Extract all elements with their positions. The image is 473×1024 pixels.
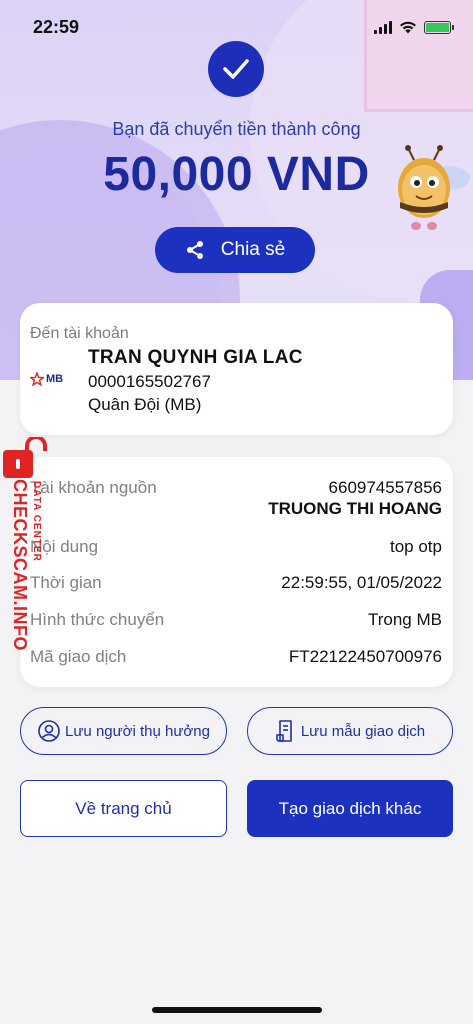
save-template-button[interactable]: Lưu mẫu giao dịch <box>247 707 453 755</box>
status-icons <box>374 20 454 34</box>
method-row: Hình thức chuyển Trong MB <box>30 610 442 630</box>
recipient-name: TRAN QUYNH GIA LAC <box>88 347 303 368</box>
recipient-bank-name: Quân Đội (MB) <box>88 395 202 414</box>
method-label: Hình thức chuyển <box>30 610 165 629</box>
method-value: Trong MB <box>367 610 442 629</box>
destination-card: Đến tài khoản MB TRAN QUYNH GIA LAC 0000… <box>20 303 453 435</box>
wifi-icon <box>400 21 416 34</box>
share-label: Chia sẻ <box>220 239 286 260</box>
bee-mascot-icon <box>398 145 470 230</box>
watermark-sub-text: DATA CENTER <box>31 481 42 562</box>
transaction-id-value: FT22122450700976 <box>288 647 442 666</box>
success-message: Bạn đã chuyển tiền thành công <box>112 119 361 139</box>
transaction-id-row: Mã giao dịch FT22122450700976 <box>30 647 442 667</box>
user-circle-icon <box>38 720 60 742</box>
bank-logo: MB <box>30 372 63 386</box>
lock-icon <box>3 437 47 478</box>
bank-logo-text: MB <box>46 373 64 385</box>
content-value: top otp <box>390 537 442 556</box>
mb-star-icon <box>30 372 44 386</box>
source-account-value: 660974557856 <box>328 478 442 497</box>
time-value: 22:59:55, 01/05/2022 <box>281 573 442 592</box>
save-template-label: Lưu mẫu giao dịch <box>300 722 426 740</box>
watermark: CHECKSCAM.INFO DATA CENTER <box>3 437 49 667</box>
home-button[interactable]: Về trang chủ <box>20 780 227 837</box>
transaction-details-card: Tài khoản nguồn 660974557856 TRUONG THI … <box>20 457 453 687</box>
recipient-account-number: 0000165502767 <box>88 372 211 391</box>
share-icon <box>186 241 203 259</box>
source-account-name: TRUONG THI HOANG <box>268 499 442 518</box>
time-row: Thời gian 22:59:55, 01/05/2022 <box>30 573 442 593</box>
status-time: 22:59 <box>33 17 80 37</box>
battery-icon <box>424 20 454 34</box>
check-icon <box>223 59 249 79</box>
source-account-row: Tài khoản nguồn 660974557856 <box>30 478 442 498</box>
save-beneficiary-button[interactable]: Lưu người thụ hưởng <box>20 707 227 755</box>
watermark-main-text: CHECKSCAM.INFO <box>10 479 30 651</box>
document-icon <box>276 720 292 742</box>
share-button[interactable]: Chia sẻ <box>155 227 315 273</box>
new-transaction-button[interactable]: Tạo giao dịch khác <box>247 780 453 837</box>
save-beneficiary-label: Lưu người thụ hưởng <box>65 722 210 740</box>
success-check-badge <box>208 41 264 97</box>
destination-label: Đến tài khoản <box>30 325 129 342</box>
home-indicator[interactable] <box>152 1007 322 1013</box>
cellular-signal-icon <box>374 20 392 34</box>
content-row: Nội dung top otp <box>30 537 442 557</box>
